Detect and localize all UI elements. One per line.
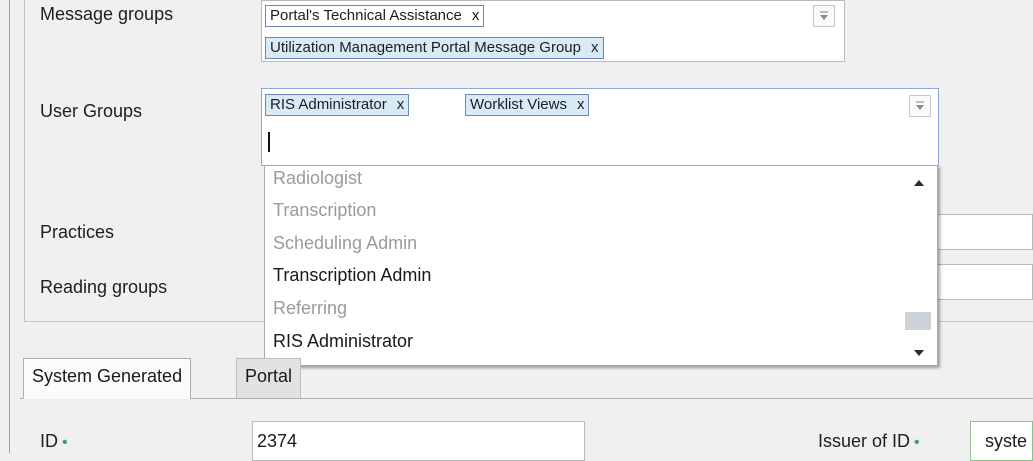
reading-groups-field[interactable] <box>935 264 1033 300</box>
tag-label: RIS Administrator <box>270 96 387 113</box>
chevron-down-icon <box>820 11 828 20</box>
tag-label: Worklist Views <box>470 96 567 113</box>
dropdown-option[interactable]: RIS Administrator <box>273 331 413 352</box>
dropdown-option: Transcription <box>273 200 377 220</box>
practices-field[interactable] <box>935 214 1033 250</box>
id-label: ID • <box>40 431 68 452</box>
tag-remove-button[interactable]: x <box>472 7 480 24</box>
tag-remove-button[interactable]: x <box>591 39 599 56</box>
required-indicator: • <box>62 434 68 451</box>
scroll-up-button[interactable] <box>913 174 925 192</box>
tab-label: Portal <box>245 366 293 386</box>
scrollbar-thumb[interactable] <box>905 312 931 330</box>
dropdown-option[interactable]: Transcription Admin <box>273 265 431 286</box>
dropdown-option: Radiologist <box>273 168 363 188</box>
user-groups-dropdown-button[interactable] <box>909 95 931 117</box>
dropdown-option: Scheduling Admin <box>273 233 418 253</box>
message-groups-dropdown-button[interactable] <box>813 5 835 27</box>
tag-label: Portal's Technical Assistance <box>270 7 462 24</box>
tab-system-generated[interactable]: System Generated <box>23 358 192 399</box>
id-label-text: ID <box>40 431 58 451</box>
user-groups-label: User Groups <box>40 101 143 121</box>
window-left-border <box>9 0 10 453</box>
user-group-tag[interactable]: Worklist Views x <box>465 94 590 116</box>
issuer-of-id-label-text: Issuer of ID <box>818 431 911 451</box>
tag-remove-button[interactable]: x <box>577 96 585 113</box>
message-groups-field[interactable]: Portal's Technical Assistance x Utilizati… <box>261 0 845 62</box>
text-caret <box>268 132 270 152</box>
tab-portal[interactable]: Portal <box>236 358 302 398</box>
message-group-tag[interactable]: Portal's Technical Assistance x <box>265 5 485 27</box>
dropdown-option: Referring <box>273 298 348 318</box>
tag-remove-button[interactable]: x <box>397 96 405 113</box>
id-input[interactable]: 2374 <box>252 421 585 461</box>
chevron-down-icon <box>916 101 924 110</box>
required-indicator: • <box>914 434 920 451</box>
triangle-up-icon <box>914 180 924 186</box>
tag-label: Utilization Management Portal Message Gr… <box>270 39 581 56</box>
triangle-down-icon <box>914 350 924 356</box>
tab-label: System Generated <box>32 366 183 386</box>
user-groups-dropdown-list[interactable]: Radiologist Transcription Scheduling Adm… <box>264 165 938 366</box>
reading-groups-label: Reading groups <box>40 277 168 297</box>
practices-label: Practices <box>40 222 115 242</box>
message-groups-label: Message groups <box>40 4 174 24</box>
issuer-of-id-label: Issuer of ID • <box>818 431 920 452</box>
user-group-tag[interactable]: RIS Administrator x <box>265 94 410 116</box>
issuer-of-id-input-value: syste <box>985 431 1028 451</box>
user-groups-field[interactable]: RIS Administrator x Worklist Views x <box>261 88 939 166</box>
message-group-tag[interactable]: Utilization Management Portal Message Gr… <box>265 37 604 59</box>
id-input-value: 2374 <box>257 431 298 451</box>
issuer-of-id-input[interactable]: syste <box>970 421 1033 461</box>
scroll-down-button[interactable] <box>913 344 925 362</box>
